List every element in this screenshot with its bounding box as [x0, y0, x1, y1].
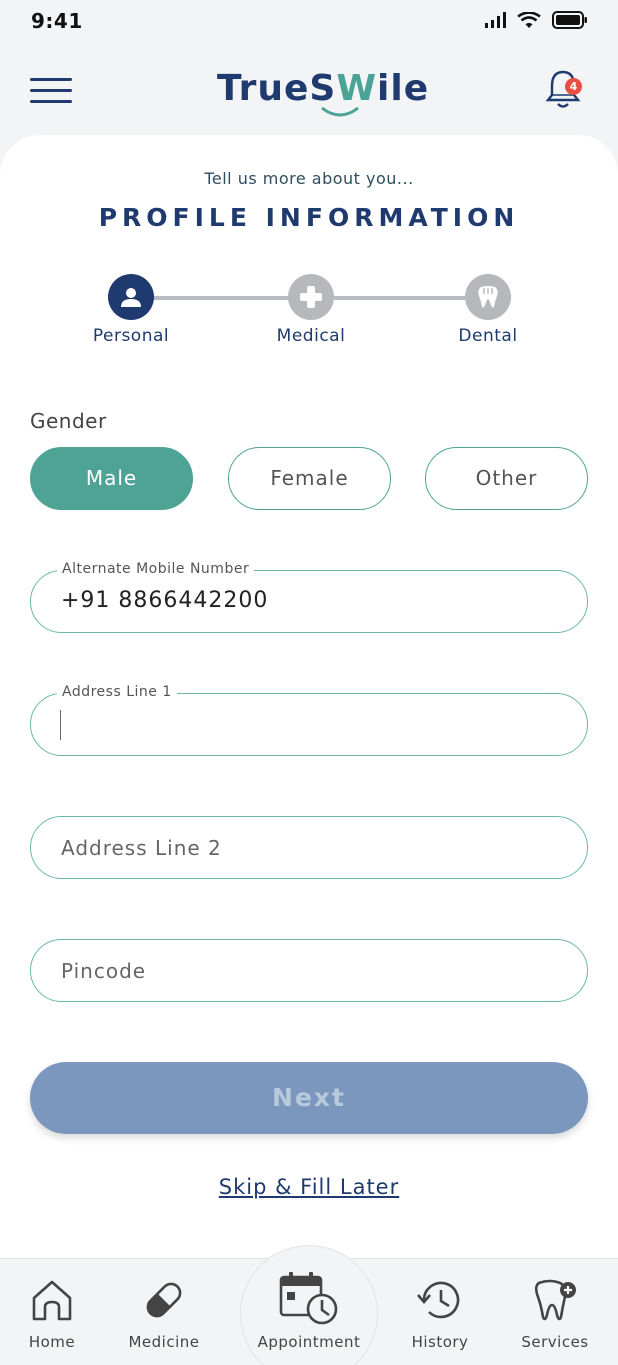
- notification-badge: 4: [565, 78, 582, 95]
- status-bar: 9:41: [0, 0, 618, 44]
- menu-line-icon: [30, 78, 72, 81]
- step-label-personal: Personal: [92, 326, 170, 346]
- pill-icon: [146, 1282, 182, 1318]
- step-dental[interactable]: [465, 274, 511, 320]
- nav-medicine[interactable]: Medicine: [109, 1259, 219, 1365]
- step-personal[interactable]: [108, 274, 154, 320]
- stepper-connector: [333, 296, 465, 300]
- logo-text-1: TrueS: [217, 68, 337, 109]
- battery-icon: [552, 11, 587, 29]
- tooth-plus-icon: [534, 1279, 576, 1321]
- nav-home[interactable]: Home: [0, 1259, 104, 1365]
- next-button[interactable]: Next: [30, 1062, 588, 1134]
- gender-label: Gender: [30, 409, 107, 433]
- nav-services[interactable]: Services: [500, 1259, 610, 1365]
- status-icons: [484, 11, 588, 29]
- pincode-field[interactable]: Pincode: [30, 939, 588, 1002]
- profile-card: Tell us more about you... PROFILE INFORM…: [0, 135, 618, 1260]
- menu-line-icon: [30, 100, 72, 103]
- signal-icon: [485, 12, 506, 28]
- nav-services-label: Services: [521, 1333, 589, 1351]
- logo-text-tooth: W: [336, 68, 378, 109]
- alternate-mobile-label: Alternate Mobile Number: [57, 561, 255, 577]
- gender-male-button[interactable]: Male: [30, 447, 193, 510]
- status-time: 9:41: [31, 9, 83, 33]
- logo-smile-icon: [321, 106, 359, 117]
- skip-fill-later-link[interactable]: Skip & Fill Later: [0, 1175, 618, 1199]
- medical-cross-icon: [300, 286, 322, 308]
- wifi-icon: [517, 11, 541, 28]
- nav-appointment-label: Appointment: [257, 1333, 361, 1351]
- calendar-clock-icon: [279, 1272, 338, 1325]
- history-icon: [417, 1281, 460, 1319]
- stepper-connector: [153, 296, 288, 300]
- user-icon: [121, 288, 141, 307]
- alternate-mobile-value: +91 8866442200: [61, 588, 269, 613]
- hamburger-menu-button[interactable]: [30, 78, 72, 106]
- nav-home-label: Home: [28, 1333, 76, 1351]
- address-line-2-field[interactable]: Address Line 2: [30, 816, 588, 879]
- address-line-2-placeholder: Address Line 2: [61, 836, 222, 860]
- step-label-medical: Medical: [276, 326, 346, 346]
- nav-appointment[interactable]: Appointment: [254, 1259, 364, 1365]
- nav-history[interactable]: History: [385, 1259, 495, 1365]
- app-header: TrueSWile 4: [0, 60, 618, 130]
- pincode-placeholder: Pincode: [61, 959, 147, 983]
- app-logo: TrueSWile: [217, 68, 429, 109]
- page-title: PROFILE INFORMATION: [98, 203, 520, 232]
- step-label-dental: Dental: [458, 326, 518, 346]
- nav-history-label: History: [411, 1333, 469, 1351]
- tooth-icon: [478, 286, 498, 308]
- step-medical[interactable]: [288, 274, 334, 320]
- address-line-1-field[interactable]: Address Line 1: [30, 684, 588, 756]
- menu-line-icon: [30, 89, 72, 92]
- home-icon: [32, 1280, 72, 1321]
- gender-other-button[interactable]: Other: [425, 447, 588, 510]
- subtitle: Tell us more about you...: [204, 169, 414, 188]
- text-caret: [60, 710, 61, 740]
- logo-text-2: ile: [377, 68, 430, 109]
- nav-medicine-label: Medicine: [128, 1333, 200, 1351]
- bottom-navigation: Home Medicine Appointment History Servic…: [0, 1245, 618, 1365]
- alternate-mobile-field[interactable]: Alternate Mobile Number +91 8866442200: [30, 561, 588, 633]
- address-line-1-label: Address Line 1: [57, 684, 177, 700]
- gender-female-button[interactable]: Female: [228, 447, 391, 510]
